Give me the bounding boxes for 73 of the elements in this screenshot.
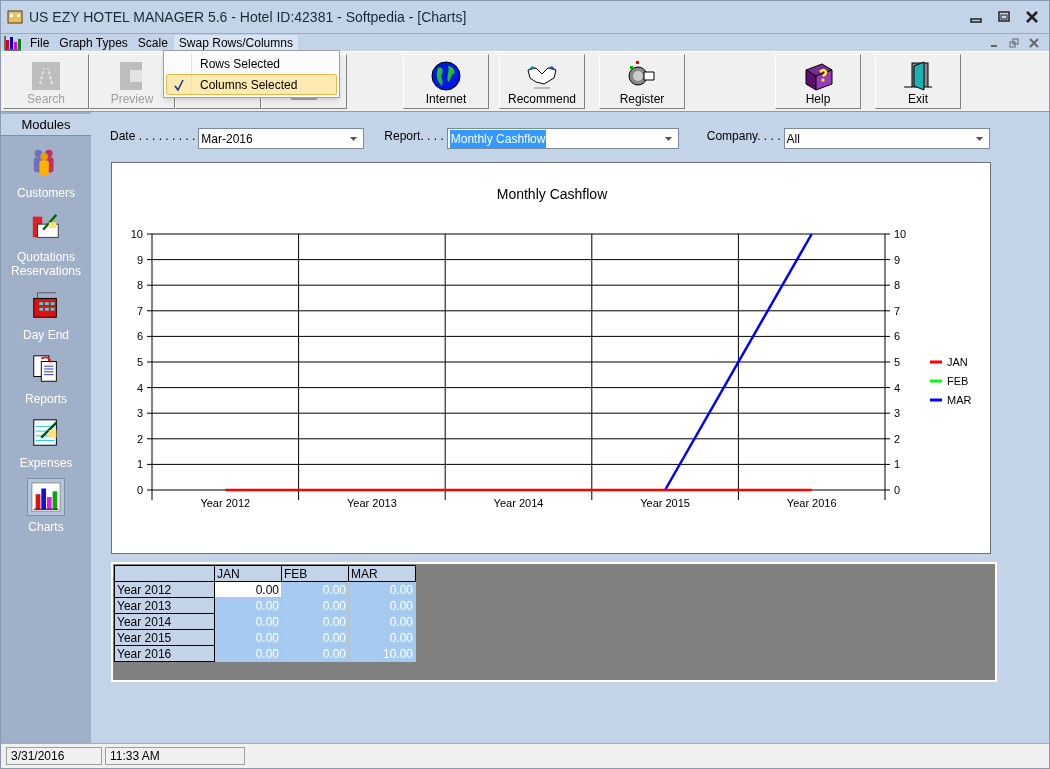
chart-title: Monthly Cashflow (496, 186, 608, 202)
axis-category-label: Year 2015 (640, 497, 690, 509)
axis-category-label: Year 2014 (493, 497, 544, 509)
menu-option[interactable]: Columns Selected (166, 74, 337, 95)
axis-category-label: Year 2012 (200, 497, 251, 509)
recommend-button[interactable]: Recommend (499, 54, 585, 109)
axis-tick-label: 2 (894, 432, 901, 445)
dropdown-field[interactable]: Monthly Cashflow (446, 128, 679, 149)
close-icon[interactable] (1025, 10, 1039, 24)
globe-icon (430, 60, 462, 92)
axis-tick-label: 9 (894, 253, 901, 266)
axis-tick-label: 2 (136, 432, 143, 445)
menu-item[interactable]: Scale (132, 34, 173, 51)
legend-label: MAR (947, 394, 972, 406)
axis-category-label: Year 2016 (786, 497, 837, 509)
chart-icon (4, 34, 22, 51)
axis-tick-label: 10 (130, 228, 143, 240)
dropdown-field[interactable]: All (783, 128, 990, 149)
sidebar-item[interactable]: Customers (0, 144, 92, 200)
field-label: Report. . . . (384, 128, 444, 143)
axis-tick-label: 1 (136, 458, 143, 471)
axis-tick-label: 5 (894, 356, 901, 368)
exit-button[interactable]: Exit (875, 54, 961, 109)
legend-label: FEB (947, 375, 969, 387)
field-label: Date . . . . . . . . . (110, 128, 196, 143)
axis-tick-label: 8 (136, 279, 143, 292)
dropdown-field[interactable]: Mar-2016 (198, 128, 365, 149)
bar-chart-icon (30, 481, 62, 513)
column-header: FEB (281, 565, 349, 582)
axis-tick-label: 6 (136, 330, 143, 343)
menu-item[interactable]: Graph Types (54, 34, 133, 51)
axis-tick-label: 7 (894, 304, 901, 317)
app-icon (7, 9, 23, 25)
axis-tick-label: 10 (894, 228, 907, 240)
axis-tick-label: 4 (894, 381, 901, 394)
axis-tick-label: 6 (894, 330, 901, 343)
axis-category-label: Year 2013 (347, 497, 397, 509)
column-header: JAN (214, 565, 282, 582)
check-icon (174, 78, 184, 91)
window-title: US EZY HOTEL MANAGER 5.6 - Hotel ID:42381 - Softpedia - [Charts] (29, 7, 467, 27)
axis-tick-label: 0 (136, 484, 143, 496)
help-button[interactable]: Help (775, 54, 861, 109)
menu-item[interactable]: File (25, 34, 55, 51)
sidebar-item[interactable]: Quotations Reservations (0, 208, 92, 278)
dropdown-arrow-icon (350, 136, 358, 141)
field-label: Company. . . . (706, 128, 781, 143)
column-header: MAR (348, 565, 416, 582)
road-icon (30, 60, 62, 92)
sidebar-item[interactable]: Expenses (0, 414, 92, 470)
internet-button[interactable]: Internet (403, 54, 489, 109)
axis-tick-label: 4 (136, 381, 143, 394)
dropdown-arrow-icon (664, 136, 672, 141)
sidebar-item[interactable]: Charts (0, 478, 92, 534)
sidebar-item[interactable]: Reports (0, 350, 92, 406)
axis-tick-label: 0 (894, 484, 901, 496)
status-field: 11:33 AM (105, 747, 245, 765)
maximize-icon[interactable] (997, 10, 1011, 24)
dropdown-arrow-icon (975, 136, 983, 141)
door-icon (902, 60, 934, 92)
axis-tick-label: 3 (136, 407, 143, 420)
axis-tick-label: 5 (136, 356, 143, 368)
sidebar-item[interactable]: Day End (0, 286, 92, 342)
restore-icon[interactable] (1009, 37, 1019, 48)
axis-tick-label: 8 (894, 279, 901, 292)
axis-tick-label: 1 (894, 458, 901, 471)
axis-tick-label: 9 (136, 253, 143, 266)
legend-label: JAN (947, 356, 968, 368)
axis-tick-label: 3 (894, 407, 901, 420)
sidebar-header: Modules (1, 114, 91, 136)
register-button[interactable]: Register (599, 54, 685, 109)
axis-tick-label: 7 (136, 304, 143, 317)
status-field: 3/31/2016 (6, 747, 102, 765)
book-icon (802, 60, 834, 92)
